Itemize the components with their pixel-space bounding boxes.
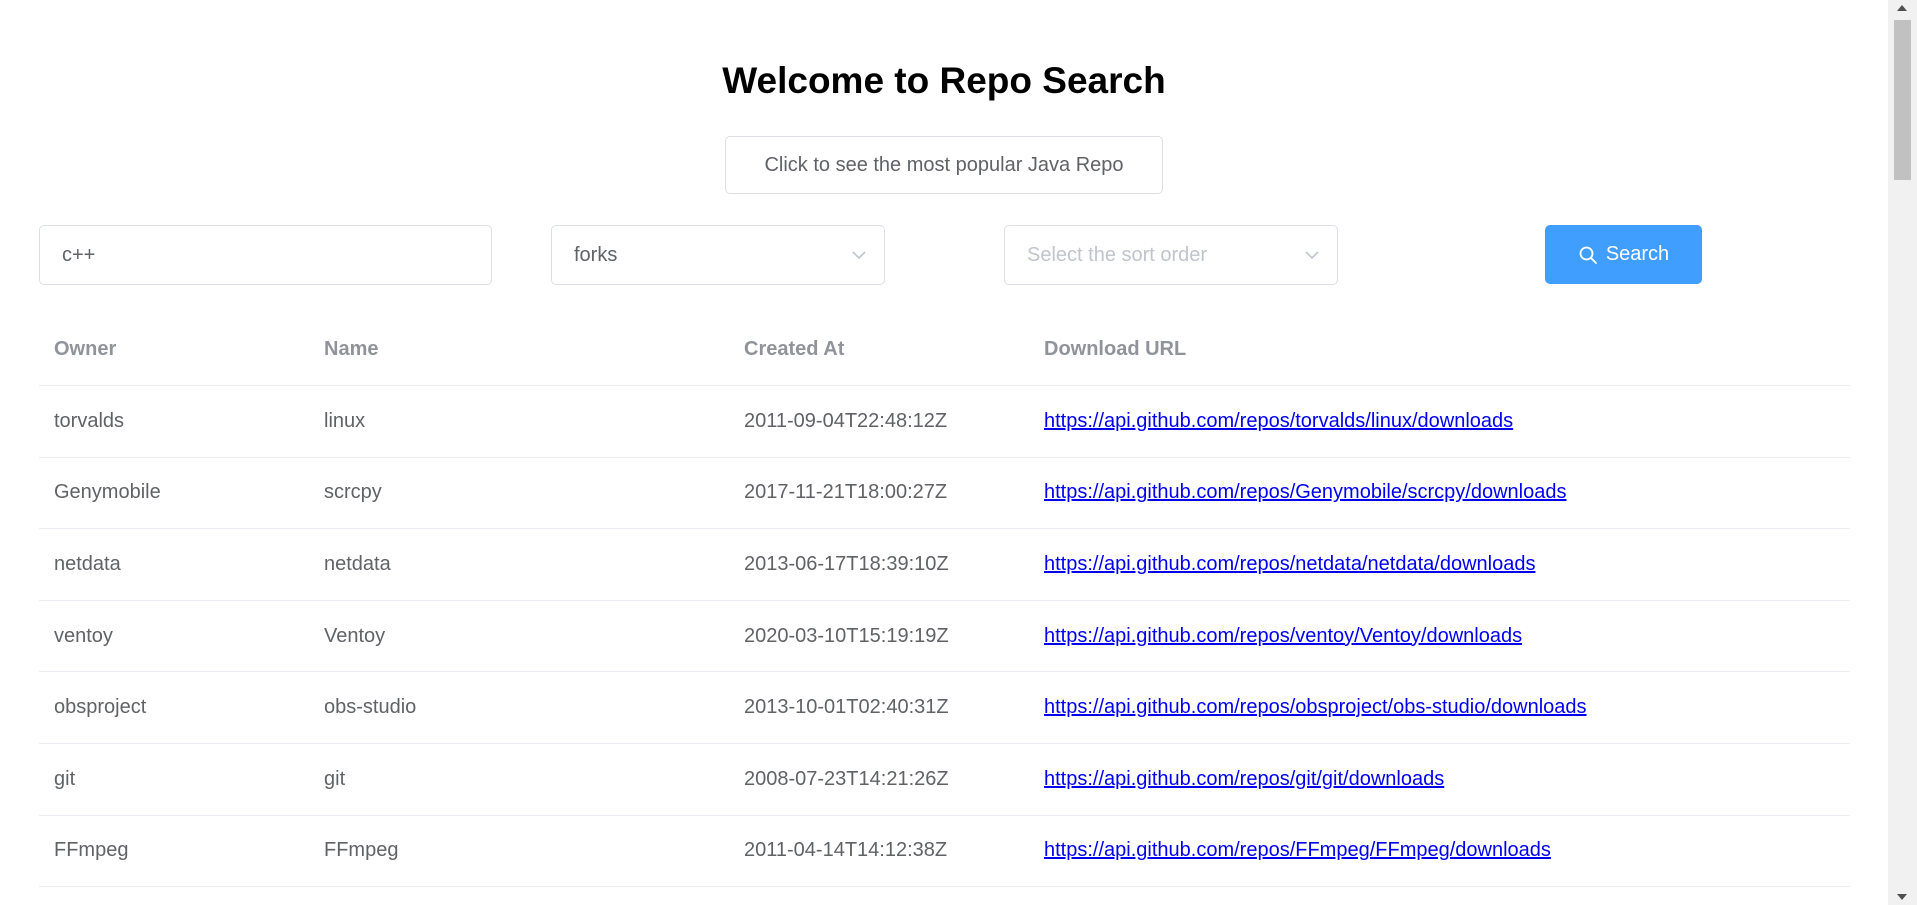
download-url-link[interactable]: https://api.github.com/repos/ventoy/Vent…	[1044, 625, 1522, 647]
cell-created-at: 2011-09-04T22:48:12Z	[729, 385, 1029, 458]
cell-owner: FFmpeg	[39, 815, 309, 888]
download-url-link[interactable]: https://api.github.com/repos/netdata/net…	[1044, 553, 1535, 575]
cell-download-url: https://api.github.com/repos/obsproject/…	[1029, 671, 1850, 744]
download-url-link[interactable]: https://api.github.com/repos/obsproject/…	[1044, 696, 1587, 718]
sort-order-placeholder: Select the sort order	[1027, 243, 1208, 266]
cell-owner: Genymobile	[39, 457, 309, 530]
column-header-download-url[interactable]: Download URL	[1029, 314, 1850, 386]
scroll-up-arrow-icon[interactable]	[1897, 5, 1907, 11]
cell-owner: torvalds	[39, 385, 309, 458]
cell-created-at: 2008-07-23T14:21:26Z	[729, 743, 1029, 816]
cell-created-at: 2013-06-17T18:39:10Z	[729, 528, 1029, 601]
table-row: ventoy Ventoy 2020-03-10T15:19:19Z https…	[39, 600, 1850, 673]
sort-field-value: forks	[574, 243, 618, 266]
column-header-name[interactable]: Name	[309, 314, 729, 386]
cell-name: netdata	[309, 528, 729, 601]
chevron-down-icon	[852, 251, 866, 260]
cell-download-url: https://api.github.com/repos/FFmpeg/FFmp…	[1029, 815, 1850, 888]
sort-order-select[interactable]: Select the sort order	[1004, 225, 1338, 285]
column-header-created-at[interactable]: Created At	[729, 314, 1029, 386]
cell-download-url: https://api.github.com/repos/netdata/net…	[1029, 528, 1850, 601]
cell-created-at: 2017-11-21T18:00:27Z	[729, 457, 1029, 530]
search-icon	[1579, 246, 1597, 264]
search-button-label: Search	[1605, 243, 1670, 265]
popular-java-repo-button[interactable]: Click to see the most popular Java Repo	[725, 136, 1163, 194]
column-header-owner[interactable]: Owner	[39, 314, 309, 386]
table-row: obsproject obs-studio 2013-10-01T02:40:3…	[39, 671, 1850, 744]
scrollbar-thumb[interactable]	[1894, 20, 1911, 180]
cell-created-at: 2020-03-10T15:19:19Z	[729, 600, 1029, 673]
cell-download-url: https://api.github.com/repos/git/git/dow…	[1029, 743, 1850, 816]
cell-download-url: https://api.github.com/repos/torvalds/li…	[1029, 385, 1850, 458]
page-title: Welcome to Repo Search	[722, 60, 1166, 101]
search-input[interactable]	[39, 225, 492, 285]
cell-name: linux	[309, 385, 729, 458]
cell-download-url: https://api.github.com/repos/Genymobile/…	[1029, 457, 1850, 530]
cell-name: git	[309, 743, 729, 816]
cell-owner: git	[39, 743, 309, 816]
cell-download-url: https://api.github.com/repos/ventoy/Vent…	[1029, 600, 1850, 673]
chevron-down-icon	[1305, 251, 1319, 260]
download-url-link[interactable]: https://api.github.com/repos/git/git/dow…	[1044, 768, 1444, 790]
cell-name: Ventoy	[309, 600, 729, 673]
table-row: netdata netdata 2013-06-17T18:39:10Z htt…	[39, 528, 1850, 601]
table-row: torvalds linux 2011-09-04T22:48:12Z http…	[39, 385, 1850, 458]
cell-name: FFmpeg	[309, 815, 729, 888]
cell-created-at: 2013-10-01T02:40:31Z	[729, 671, 1029, 744]
cell-owner: obsproject	[39, 671, 309, 744]
download-url-link[interactable]: https://api.github.com/repos/FFmpeg/FFmp…	[1044, 839, 1551, 861]
cell-created-at: 2011-04-14T14:12:38Z	[729, 815, 1029, 888]
download-url-link[interactable]: https://api.github.com/repos/torvalds/li…	[1044, 410, 1513, 432]
repo-table: Owner Name Created At Download URL torva…	[39, 314, 1850, 888]
vertical-scrollbar[interactable]	[1888, 0, 1917, 905]
cell-owner: netdata	[39, 528, 309, 601]
cell-owner: ventoy	[39, 600, 309, 673]
page: Welcome to Repo Search Click to see the …	[0, 0, 1917, 905]
search-button[interactable]: Search	[1545, 225, 1702, 284]
sort-field-select[interactable]: forks	[551, 225, 885, 285]
download-url-link[interactable]: https://api.github.com/repos/Genymobile/…	[1044, 481, 1567, 503]
table-row: Genymobile scrcpy 2017-11-21T18:00:27Z h…	[39, 457, 1850, 530]
cell-name: obs-studio	[309, 671, 729, 744]
table-row: FFmpeg FFmpeg 2011-04-14T14:12:38Z https…	[39, 815, 1850, 888]
table-header-row: Owner Name Created At Download URL	[39, 314, 1850, 386]
table-row: git git 2008-07-23T14:21:26Z https://api…	[39, 743, 1850, 816]
cell-name: scrcpy	[309, 457, 729, 530]
scroll-down-arrow-icon[interactable]	[1897, 894, 1907, 900]
